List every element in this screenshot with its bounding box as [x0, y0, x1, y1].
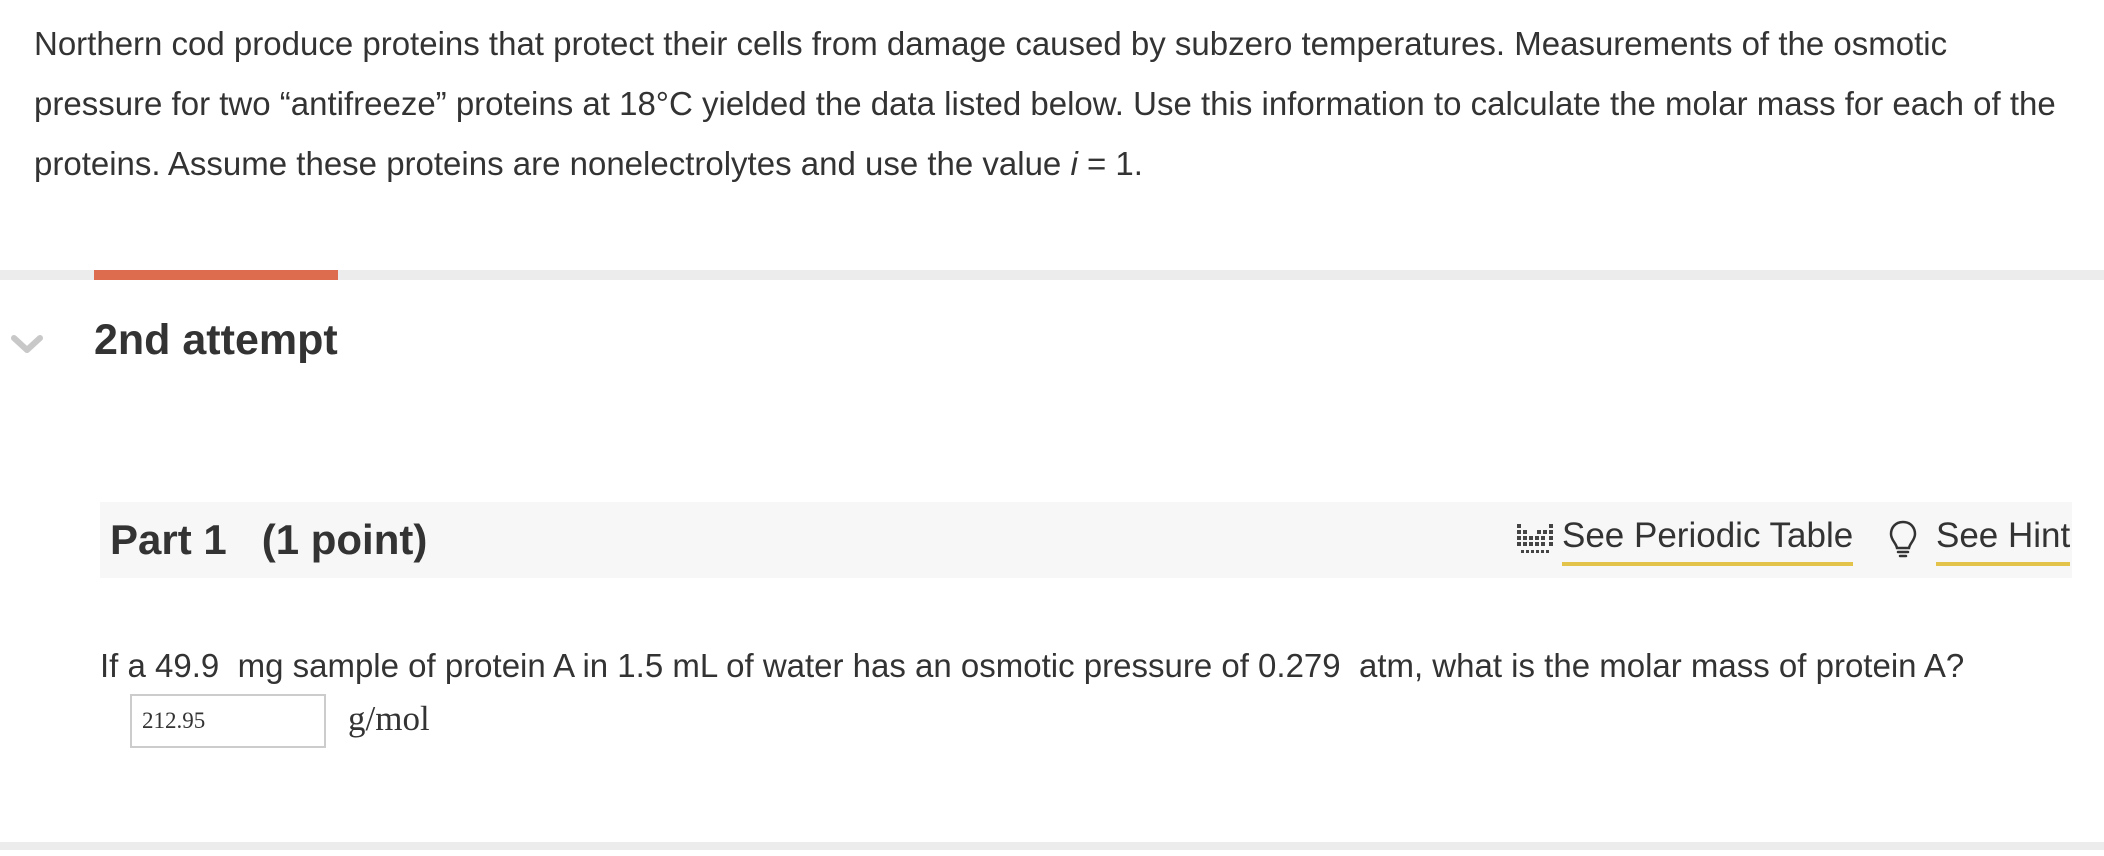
part-title: Part 1 (1 point) — [110, 516, 428, 563]
section-bottom-divider — [0, 842, 2104, 850]
problem-line-3-end: = 1. — [1077, 145, 1143, 182]
problem-statement: Northern cod produce proteins that prote… — [34, 14, 2084, 194]
problem-line-3: proteins. Assume these proteins are none… — [34, 134, 2084, 194]
lightbulb-icon — [1889, 520, 1917, 558]
problem-line-3-text: proteins. Assume these proteins are none… — [34, 145, 1071, 182]
answer-input[interactable] — [130, 694, 326, 748]
see-periodic-table-link[interactable]: See Periodic Table — [1516, 512, 1854, 566]
variable-i: i — [1070, 145, 1078, 182]
see-hint-label[interactable]: See Hint — [1936, 512, 2071, 566]
question-text: If a 49.9 mg sample of protein A in 1.5 … — [100, 647, 1965, 684]
chevron-down-icon[interactable] — [8, 326, 46, 360]
problem-line-1: Northern cod produce proteins that prote… — [34, 25, 1948, 62]
part-header: Part 1 (1 point) See Periodic Table See … — [100, 502, 2072, 578]
see-hint-link[interactable]: See Hint — [1888, 512, 2071, 566]
answer-unit: g/mol — [348, 699, 430, 738]
attempt-progress-bar — [94, 270, 338, 280]
periodic-table-icon — [1517, 524, 1553, 553]
problem-line-2: pressure for two “antifreeze” proteins a… — [34, 85, 2056, 122]
see-periodic-table-label[interactable]: See Periodic Table — [1562, 512, 1854, 566]
attempt-title: 2nd attempt — [94, 316, 338, 364]
